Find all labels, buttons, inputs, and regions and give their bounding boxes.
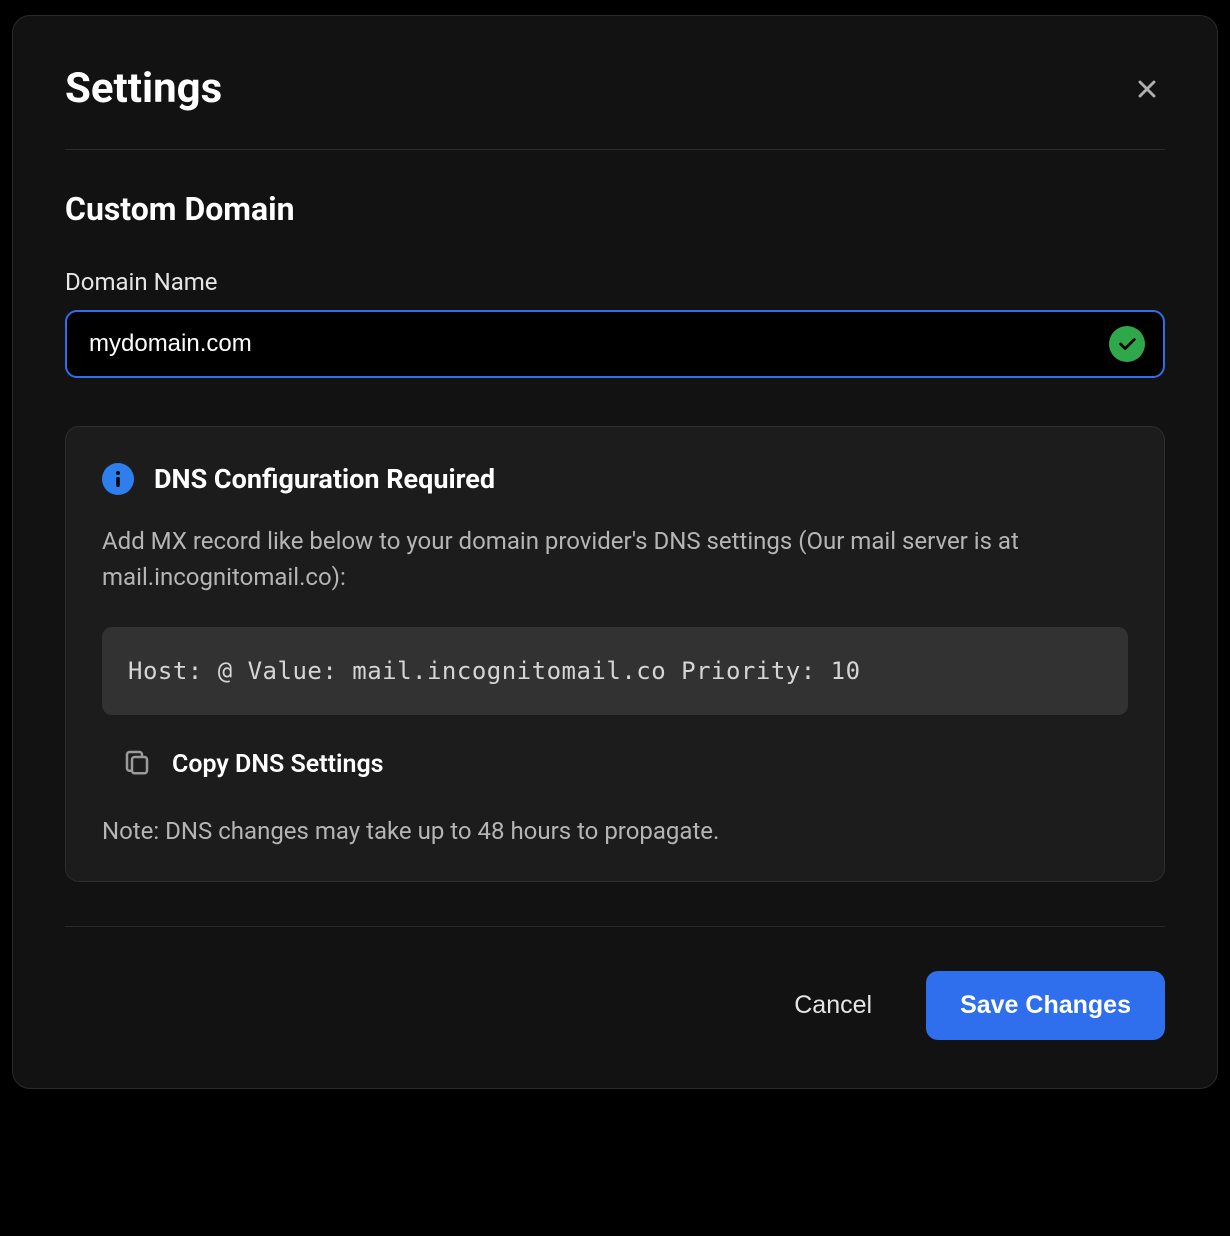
domain-name-label: Domain Name <box>65 268 1165 296</box>
cancel-button[interactable]: Cancel <box>774 977 892 1034</box>
dns-record-code: Host: @ Value: mail.incognitomail.co Pri… <box>102 627 1128 715</box>
copy-dns-label: Copy DNS Settings <box>172 750 384 779</box>
custom-domain-section: Custom Domain Domain Name DNS Configurat… <box>65 150 1165 882</box>
modal-title: Settings <box>65 64 222 113</box>
close-button[interactable] <box>1129 71 1165 107</box>
settings-modal: Settings Custom Domain Domain Name <box>12 15 1218 1089</box>
dns-description: Add MX record like below to your domain … <box>102 523 1128 595</box>
dns-note: Note: DNS changes may take up to 48 hour… <box>102 817 1128 845</box>
section-title: Custom Domain <box>65 190 1165 228</box>
save-changes-button[interactable]: Save Changes <box>926 971 1165 1040</box>
dns-info-header: DNS Configuration Required <box>102 463 1128 495</box>
copy-dns-button[interactable]: Copy DNS Settings <box>102 747 1128 781</box>
modal-header: Settings <box>65 64 1165 150</box>
domain-input-wrap <box>65 310 1165 378</box>
copy-icon <box>122 747 152 781</box>
check-icon <box>1109 326 1145 362</box>
close-icon <box>1133 75 1161 103</box>
dns-info-title: DNS Configuration Required <box>154 463 495 495</box>
modal-footer: Cancel Save Changes <box>65 926 1165 1040</box>
info-icon <box>102 463 134 495</box>
dns-info-panel: DNS Configuration Required Add MX record… <box>65 426 1165 882</box>
domain-name-input[interactable] <box>65 310 1165 378</box>
